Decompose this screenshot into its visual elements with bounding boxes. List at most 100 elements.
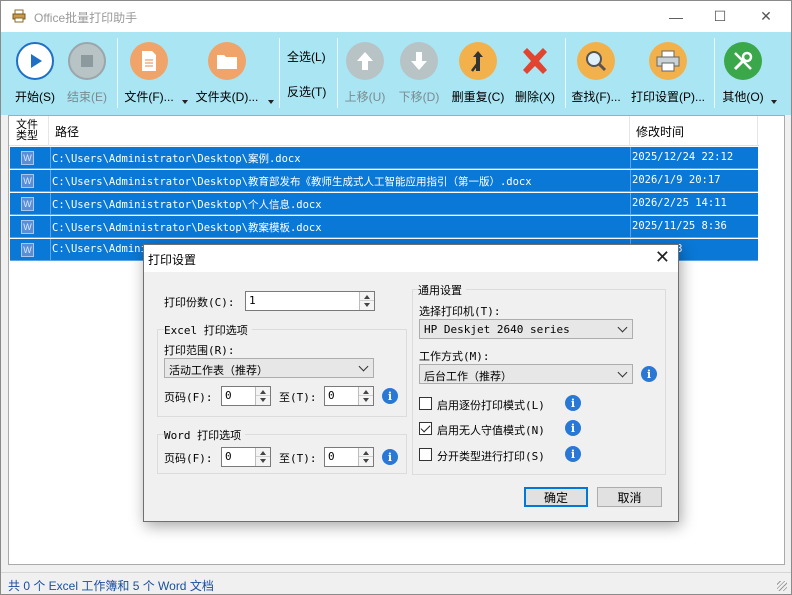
app-window: Office批量打印助手 — ☐ ✕ 开始(S) 结束(E) 文件(F)... (0, 0, 792, 595)
print-settings-button[interactable]: 打印设置(P)... (629, 32, 707, 115)
arrow-down-icon (400, 42, 438, 80)
row-path: C:\Users\Administrator\Desktop\教育部发布《教师生… (52, 176, 532, 188)
column-modified[interactable]: 修改时间 (630, 116, 758, 146)
excel-to-label: 至(T): (279, 391, 317, 404)
toolbar: 开始(S) 结束(E) 文件(F)... 文件夹(D)... 全选(L) 反选(… (1, 32, 791, 115)
stop-button[interactable]: 结束(E) (64, 32, 110, 115)
excel-range-label: 打印范围(R): (164, 344, 235, 357)
unattended-checkbox[interactable] (419, 422, 432, 435)
mode-info-icon[interactable]: i (641, 366, 657, 382)
toolbar-separator (714, 38, 715, 108)
add-file-button[interactable]: 文件(F)... (123, 32, 175, 115)
row-modified: 2025/12/24 22:12 (632, 151, 734, 163)
excel-page-to-stepper[interactable]: 0 (324, 386, 374, 406)
status-bar: 共 0 个 Excel 工作簿和 5 个 Word 文档 (1, 572, 791, 594)
close-button[interactable]: ✕ (743, 1, 789, 32)
printer-app-icon (12, 9, 26, 23)
chevron-down-icon (358, 361, 369, 372)
file-icon (130, 42, 168, 80)
play-icon (16, 42, 54, 80)
by-type-checkbox[interactable] (419, 448, 432, 461)
by-type-info-icon[interactable]: i (565, 446, 581, 462)
stop-icon (68, 42, 106, 80)
delete-x-icon (516, 42, 554, 80)
row-path: C:\Users\Admini (52, 243, 147, 255)
tools-icon (724, 42, 762, 80)
row-modified: 2025/11/25 8:36 (632, 220, 727, 232)
resize-grip[interactable] (777, 581, 787, 591)
row-path: C:\Users\Administrator\Desktop\案例.docx (52, 153, 301, 165)
chevron-down-icon (617, 322, 628, 333)
dialog-title: 打印设置 (148, 253, 197, 267)
word-page-to-stepper[interactable]: 0 (324, 447, 374, 467)
collate-label[interactable]: 启用逐份打印模式(L) (437, 397, 545, 413)
file-dropdown-arrow[interactable] (182, 100, 188, 104)
general-group-title: 通用设置 (418, 282, 466, 298)
word-group-title: Word 打印选项 (164, 427, 246, 443)
toolbar-separator (337, 38, 338, 108)
row-path: C:\Users\Administrator\Desktop\教案模板.docx (52, 222, 322, 234)
minimize-button[interactable]: — (653, 1, 699, 32)
move-up-button[interactable]: 上移(U) (343, 32, 387, 115)
status-text: 共 0 个 Excel 工作簿和 5 个 Word 文档 (8, 579, 214, 593)
printer-select[interactable]: HP Deskjet 2640 series (419, 319, 633, 339)
excel-page-from-stepper[interactable]: 0 (221, 386, 271, 406)
by-type-label[interactable]: 分开类型进行打印(S) (437, 448, 545, 464)
copies-stepper[interactable]: 1 (245, 291, 375, 311)
window-title: Office批量打印助手 (34, 11, 138, 25)
table-row[interactable]: W C:\Users\Administrator\Desktop\教育部发布《教师… (10, 170, 758, 192)
start-button[interactable]: 开始(S) (13, 32, 57, 115)
stepper-arrows[interactable] (359, 292, 374, 310)
select-all-button[interactable]: 全选(L) (287, 48, 326, 65)
toolbar-separator (279, 38, 280, 108)
find-button[interactable]: 查找(F)... (571, 32, 621, 115)
other-dropdown-arrow[interactable] (771, 100, 777, 104)
maximize-button[interactable]: ☐ (697, 1, 743, 32)
unattended-info-icon[interactable]: i (565, 420, 581, 436)
remove-duplicates-button[interactable]: 删重复(C) (450, 32, 506, 115)
word-page-from-stepper[interactable]: 0 (221, 447, 271, 467)
word-file-icon: W (21, 151, 34, 165)
collate-checkbox[interactable] (419, 397, 432, 410)
print-settings-dialog: 打印设置 ✕ 打印份数(C): 1 Excel 打印选项 打印范围(R): 活动… (143, 244, 679, 522)
row-modified: 2026/1/9 20:17 (632, 174, 721, 186)
word-page-label: 页码(F): (164, 452, 213, 465)
merge-arrow-icon (459, 42, 497, 80)
folder-dropdown-arrow[interactable] (268, 100, 274, 104)
collate-info-icon[interactable]: i (565, 395, 581, 411)
word-file-icon: W (21, 174, 34, 188)
table-row[interactable]: W C:\Users\Administrator\Desktop\个人信息.doc… (10, 193, 758, 215)
excel-page-label: 页码(F): (164, 391, 213, 404)
word-file-icon: W (21, 220, 34, 234)
invert-selection-button[interactable]: 反选(T) (287, 83, 326, 100)
chevron-down-icon (617, 367, 628, 378)
excel-page-info-icon[interactable]: i (382, 388, 398, 404)
folder-icon (208, 42, 246, 80)
word-page-info-icon[interactable]: i (382, 449, 398, 465)
other-button[interactable]: 其他(O) (720, 32, 766, 115)
excel-group-title: Excel 打印选项 (164, 322, 252, 338)
move-down-button[interactable]: 下移(D) (397, 32, 441, 115)
toolbar-separator (565, 38, 566, 108)
dialog-close-icon[interactable]: ✕ (655, 247, 670, 268)
ok-button[interactable]: 确定 (524, 487, 588, 507)
printer-icon (649, 42, 687, 80)
cancel-button[interactable]: 取消 (597, 487, 662, 507)
excel-range-select[interactable]: 活动工作表（推荐） (164, 358, 374, 378)
list-header: 文件 类型 路径 修改时间 (9, 116, 759, 146)
arrow-up-icon (346, 42, 384, 80)
dialog-title-bar: 打印设置 ✕ (144, 245, 678, 272)
toolbar-separator (117, 38, 118, 108)
column-path[interactable]: 路径 (49, 116, 630, 146)
unattended-label[interactable]: 启用无人守值模式(N) (437, 422, 545, 438)
column-type[interactable]: 文件 类型 (9, 116, 49, 146)
add-folder-button[interactable]: 文件夹(D)... (194, 32, 260, 115)
table-row[interactable]: W C:\Users\Administrator\Desktop\教案模板.doc… (10, 216, 758, 238)
mode-select[interactable]: 后台工作（推荐） (419, 364, 633, 384)
word-file-icon: W (21, 197, 34, 211)
table-row[interactable]: W C:\Users\Administrator\Desktop\案例.docx 2… (10, 147, 758, 169)
row-modified: 2026/2/25 14:11 (632, 197, 727, 209)
title-bar: Office批量打印助手 — ☐ ✕ (1, 1, 791, 32)
delete-button[interactable]: 删除(X) (513, 32, 557, 115)
word-file-icon: W (21, 243, 34, 257)
